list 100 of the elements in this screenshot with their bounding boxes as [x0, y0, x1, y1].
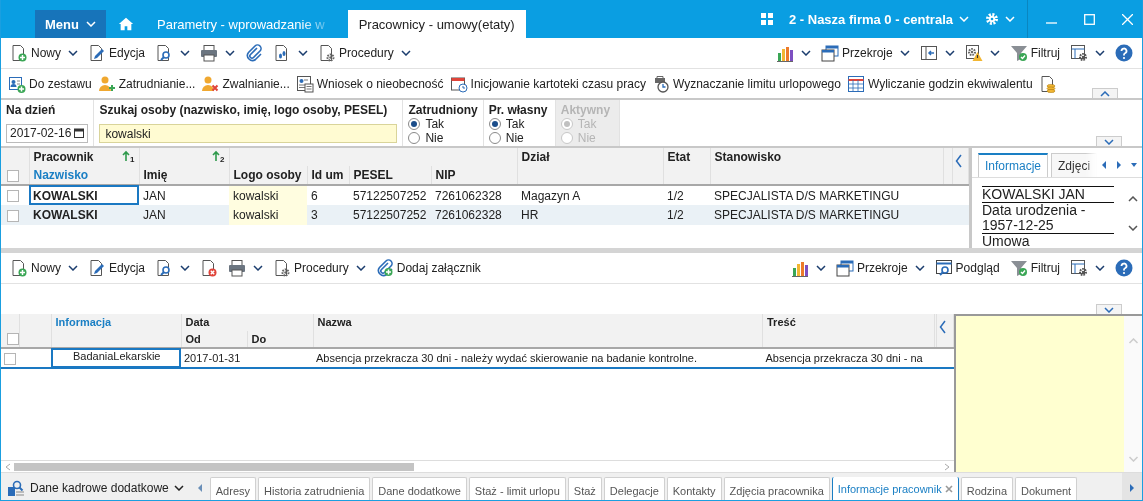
table-cell: BadaniaLekarskie — [51, 348, 181, 368]
chevron-down-icon — [959, 16, 969, 22]
edit-icon — [88, 44, 106, 62]
chevron-down-icon — [914, 265, 925, 271]
chevron-down-icon — [1126, 456, 1140, 462]
radio-label: Tak — [505, 117, 525, 131]
document-tab[interactable]: Pracownicy - umowy(etaty) — [347, 10, 526, 38]
chevron-down-icon — [899, 50, 910, 56]
action-button[interactable]: Do zestawu — [5, 72, 95, 95]
column-header[interactable]: Imię — [139, 166, 229, 185]
toolbar-button[interactable]: Edycja — [83, 41, 151, 65]
scroll-left-icon[interactable] — [5, 462, 11, 471]
bottom-tab[interactable]: Dokument — [1015, 477, 1078, 500]
apps-grid-icon[interactable] — [760, 13, 773, 25]
expand-button[interactable] — [1096, 136, 1122, 146]
menu-button[interactable]: Menu — [35, 10, 106, 38]
home-icon — [118, 16, 134, 32]
bottom-tab[interactable]: Staż — [567, 477, 602, 500]
scroll-right-icon[interactable] — [944, 462, 950, 471]
search-field[interactable]: kowalski — [99, 124, 398, 143]
column-header[interactable]: PESEL — [349, 166, 431, 185]
table-cell: Absencja przekracza 30 dni - należy wydać skierowanie na badanie kontrolne. — [313, 348, 763, 368]
panel-tab[interactable]: Zdjęci — [1051, 153, 1098, 177]
bottom-tab[interactable]: Zdjęcia pracownika — [723, 477, 830, 500]
toolbar-button[interactable]: Filtruj — [1004, 41, 1065, 65]
bottom-tab[interactable]: Adresy — [209, 477, 256, 500]
table-cell: JAN — [139, 185, 229, 205]
settings-button[interactable] — [985, 12, 1015, 26]
toolbar-button[interactable]: Procedury — [268, 256, 371, 280]
collapse-left-icon — [939, 320, 947, 334]
bottom-tab[interactable]: Dane dodatkowe — [372, 477, 467, 500]
toolbar-button[interactable]: Edycja — [83, 256, 151, 280]
sort-order: 1 — [130, 155, 135, 164]
column-header[interactable]: Od — [181, 331, 247, 348]
column-header[interactable]: NIP — [431, 166, 517, 185]
toolbar-button[interactable]: Nowy — [5, 256, 83, 280]
date-field[interactable]: 2017-02-16 — [6, 123, 89, 143]
collapse-button[interactable] — [1092, 88, 1118, 98]
panel-tab[interactable]: Informacje — [978, 153, 1049, 177]
column-header[interactable]: Dział — [517, 148, 663, 185]
action-button[interactable]: Wyznaczanie limitu urlopowego — [648, 72, 844, 95]
column-header[interactable]: Logo osoby — [229, 166, 307, 185]
sort-arrow-icon[interactable] — [212, 150, 221, 162]
chevron-down-icon — [944, 50, 955, 56]
sort-order: 2 — [220, 155, 225, 164]
column-header[interactable]: Nazwisko — [29, 166, 139, 185]
chevron-down-icon — [298, 50, 309, 56]
chevron-down-icon — [1005, 16, 1015, 22]
action-button[interactable]: Zatrudnianie... — [94, 72, 199, 95]
toolbar-button[interactable]: Dodaj załącznik — [370, 256, 486, 280]
action-button[interactable]: Wyliczanie godzin ekwiwalentu — [843, 72, 1036, 95]
action-button[interactable]: Zwalnianie... — [198, 72, 293, 95]
chevron-down-icon — [1095, 265, 1105, 271]
bottom-tab[interactable]: Delegacje — [603, 477, 665, 500]
checkbox[interactable] — [7, 169, 19, 182]
filter-icon — [1009, 259, 1028, 277]
column-header[interactable]: Etat — [663, 148, 710, 185]
checkbox[interactable] — [7, 190, 19, 203]
radio-button[interactable] — [408, 132, 421, 144]
column-header[interactable]: Nazwa — [313, 314, 763, 348]
column-header[interactable]: Stanowisko — [710, 148, 943, 185]
chevron-down-icon — [400, 50, 411, 56]
column-header[interactable]: Do — [247, 331, 313, 348]
view-selector[interactable]: Dane kadrowe dodatkowe — [1, 473, 190, 500]
table-cell: 6 — [307, 185, 349, 205]
bottom-tab[interactable]: Historia zatrudnienia — [258, 477, 371, 500]
sort-arrow-icon[interactable] — [122, 150, 131, 162]
column-group-header: Pracownik — [33, 150, 94, 164]
bottom-tab[interactable]: Rodzina — [960, 477, 1014, 500]
toolbar-button[interactable]: Procedury — [313, 41, 416, 65]
radio-button[interactable] — [408, 118, 421, 130]
bottom-tab[interactable]: Staż - limit urlopu — [468, 477, 566, 500]
action-button[interactable]: Inicjowanie kartoteki czasu pracy — [446, 72, 649, 95]
toolbar-button[interactable]: Przekroje — [830, 256, 930, 280]
checkbox[interactable] — [7, 209, 19, 222]
toolbar-button[interactable]: Nowy — [5, 41, 83, 65]
close-icon[interactable] — [944, 485, 953, 493]
radio-button[interactable] — [488, 118, 501, 130]
scrollbar-thumb[interactable] — [14, 462, 414, 471]
search-list-icon — [7, 479, 25, 497]
toolbar-button[interactable]: Filtruj — [1004, 256, 1065, 280]
radio-button[interactable] — [488, 132, 501, 144]
action-button[interactable]: Wniosek o nieobecność — [292, 72, 447, 95]
column-header[interactable]: Id um — [307, 166, 349, 185]
bottom-tab[interactable]: Informacje pracownik — [831, 477, 959, 500]
table-cell: 3 — [307, 205, 349, 225]
chevron-down-icon — [1095, 50, 1105, 56]
column-header[interactable]: Informacja — [51, 314, 181, 348]
new-document-icon — [10, 259, 28, 277]
checkbox[interactable] — [7, 333, 18, 345]
toolbar-button[interactable]: Podgląd — [929, 256, 1005, 280]
column-header[interactable]: Treść — [762, 314, 935, 348]
chevron-down-icon — [800, 50, 811, 56]
checkbox[interactable] — [4, 352, 16, 365]
toolbar-button[interactable]: Przekroje — [815, 41, 915, 65]
table-cell: SPECJALISTA D/S MARKETINGU — [710, 185, 943, 205]
chevron-down-icon — [1104, 306, 1114, 313]
minimize-icon — [1045, 22, 1057, 24]
bottom-tab[interactable]: Kontakty — [666, 477, 722, 500]
expand-button[interactable] — [1096, 304, 1122, 314]
